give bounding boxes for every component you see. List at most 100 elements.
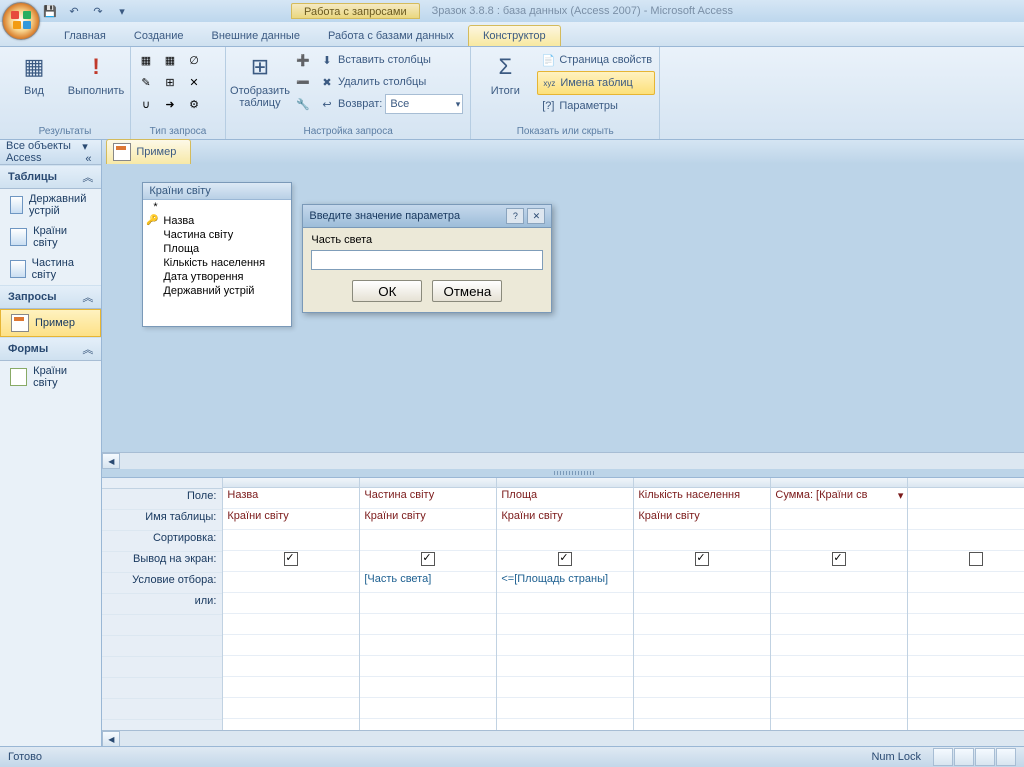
group-results-label: Результаты (4, 125, 126, 139)
crosstab-icon[interactable]: ⊞ (159, 72, 181, 92)
parameter-input[interactable] (311, 250, 543, 270)
field-row[interactable]: Дата утворення (143, 270, 291, 284)
nav-table-2[interactable]: Частина світу (0, 253, 101, 285)
select-query-icon[interactable]: ▦ (135, 50, 157, 70)
append-icon[interactable]: ∅ (183, 50, 205, 70)
delete-query-icon[interactable]: ✕ (183, 72, 205, 92)
grid-column[interactable]: ПлощаКраїни світу<=[Площадь страны] (497, 478, 634, 730)
office-button[interactable] (2, 2, 40, 40)
help-icon[interactable]: ? (506, 208, 524, 224)
field-cell: Кількість населення (634, 488, 770, 509)
nav-section-tables[interactable]: Таблицы︽ (0, 165, 101, 189)
parameters-button[interactable]: [?]Параметры (537, 95, 655, 117)
criteria-cell: <=[Площадь страны] (497, 572, 633, 593)
main-area: Пример Країни світу * Назва Частина світ… (102, 140, 1024, 747)
pane-splitter[interactable] (102, 469, 1024, 477)
save-icon[interactable]: 💾 (40, 2, 60, 20)
nav-query-0[interactable]: Пример (0, 309, 101, 337)
criteria-cell: [Часть света] (360, 572, 496, 593)
union-icon[interactable]: ∪ (135, 94, 157, 114)
tab-home[interactable]: Главная (50, 26, 120, 46)
scroll-left-icon[interactable]: ◀ (102, 453, 120, 469)
show-cell (223, 551, 359, 572)
qat-customize-icon[interactable]: ▾ (112, 2, 132, 20)
delete-cols-button[interactable]: ✖Удалить столбцы (316, 71, 466, 93)
grid-column[interactable]: Частина світуКраїни світу[Часть света] (360, 478, 497, 730)
field-cell: Сумма: [Країни св ▾ (771, 488, 907, 509)
return-icon: ↩ (319, 96, 335, 112)
totals-button[interactable]: ΣИтоги (475, 49, 535, 99)
tab-external[interactable]: Внешние данные (198, 26, 314, 46)
field-row[interactable]: Площа (143, 242, 291, 256)
grid-column[interactable] (908, 478, 1024, 730)
show-cell (908, 551, 1024, 572)
ok-button[interactable]: ОК (352, 280, 422, 302)
criteria-cell (908, 572, 1024, 593)
cancel-button[interactable]: Отмена (432, 280, 502, 302)
design-hscroll[interactable]: ◀▶ (102, 452, 1024, 469)
dialog-titlebar[interactable]: Введите значение параметра?✕ (303, 205, 551, 228)
show-cell (360, 551, 496, 572)
query-design-surface[interactable]: Країни світу * Назва Частина світу Площа… (102, 164, 1024, 452)
props-icon: 📄 (540, 52, 556, 68)
update-icon[interactable]: ✎ (135, 72, 157, 92)
parameter-dialog: Введите значение параметра?✕ Часть света… (302, 204, 552, 313)
grid-column[interactable]: НазваКраїни світу (223, 478, 360, 730)
field-row[interactable]: Державний устрій (143, 284, 291, 298)
tab-design[interactable]: Конструктор (468, 25, 561, 46)
status-bar: Готово Num Lock (0, 746, 1024, 767)
delete-rows-button[interactable]: ➖ (292, 71, 314, 93)
insert-cols-button[interactable]: ⬇Вставить столбцы (316, 49, 466, 71)
nav-section-queries[interactable]: Запросы︽ (0, 285, 101, 309)
dialog-label: Часть света (311, 234, 543, 246)
show-table-button[interactable]: ⊞Отобразить таблицу (230, 49, 290, 111)
builder-button[interactable]: 🔧 (292, 93, 314, 115)
show-cell (771, 551, 907, 572)
grid-hscroll[interactable]: ◀▶ (102, 730, 1024, 747)
field-row[interactable]: Назва (143, 214, 291, 228)
property-sheet-button[interactable]: 📄Страница свойств (537, 49, 655, 71)
or-cell (634, 593, 770, 614)
table-names-button[interactable]: xyzИмена таблиц (537, 71, 655, 95)
make-table-icon[interactable]: ▦ (159, 50, 181, 70)
run-button[interactable]: !Выполнить (66, 49, 126, 99)
return-row[interactable]: ↩Возврат:Все (316, 93, 466, 115)
field-list[interactable]: Країни світу * Назва Частина світу Площа… (142, 182, 292, 327)
show-cell (497, 551, 633, 572)
or-cell (497, 593, 633, 614)
nav-header[interactable]: Все объекты Access▾ « (0, 140, 101, 165)
field-list-title[interactable]: Країни світу (143, 183, 291, 200)
nav-section-forms[interactable]: Формы︽ (0, 337, 101, 361)
redo-icon[interactable]: ↷ (88, 2, 108, 20)
return-combo[interactable]: Все (385, 94, 463, 114)
nav-table-1[interactable]: Країни світу (0, 221, 101, 253)
navigation-pane: Все объекты Access▾ « Таблицы︽ Державний… (0, 140, 102, 747)
table-icon (10, 260, 26, 278)
or-cell (771, 593, 907, 614)
insert-col-icon: ⬇ (319, 52, 335, 68)
nav-table-0[interactable]: Державний устрій (0, 189, 101, 221)
grid-column[interactable]: Кількість населенняКраїни світу (634, 478, 771, 730)
document-tab[interactable]: Пример (106, 139, 191, 164)
tab-dbtools[interactable]: Работа с базами данных (314, 26, 468, 46)
scroll-left-icon[interactable]: ◀ (102, 731, 120, 747)
field-row[interactable]: Кількість населення (143, 256, 291, 270)
design-view-button[interactable] (975, 748, 995, 766)
close-icon[interactable]: ✕ (527, 208, 545, 224)
view-button[interactable]: ▦Вид (4, 49, 64, 99)
view-switcher (933, 748, 1016, 766)
field-star[interactable]: * (143, 200, 291, 214)
tab-create[interactable]: Создание (120, 26, 198, 46)
field-row[interactable]: Частина світу (143, 228, 291, 242)
table-cell (771, 509, 907, 530)
show-cell (634, 551, 770, 572)
sql-view-button[interactable] (954, 748, 974, 766)
grid-column[interactable]: Сумма: [Країни св ▾ (771, 478, 908, 730)
pivot-view-button[interactable] (996, 748, 1016, 766)
undo-icon[interactable]: ↶ (64, 2, 84, 20)
datadef-icon[interactable]: ⚙ (183, 94, 205, 114)
nav-form-0[interactable]: Країни світу (0, 361, 101, 393)
insert-rows-button[interactable]: ➕ (292, 49, 314, 71)
datasheet-view-button[interactable] (933, 748, 953, 766)
passthrough-icon[interactable]: ➜ (159, 94, 181, 114)
